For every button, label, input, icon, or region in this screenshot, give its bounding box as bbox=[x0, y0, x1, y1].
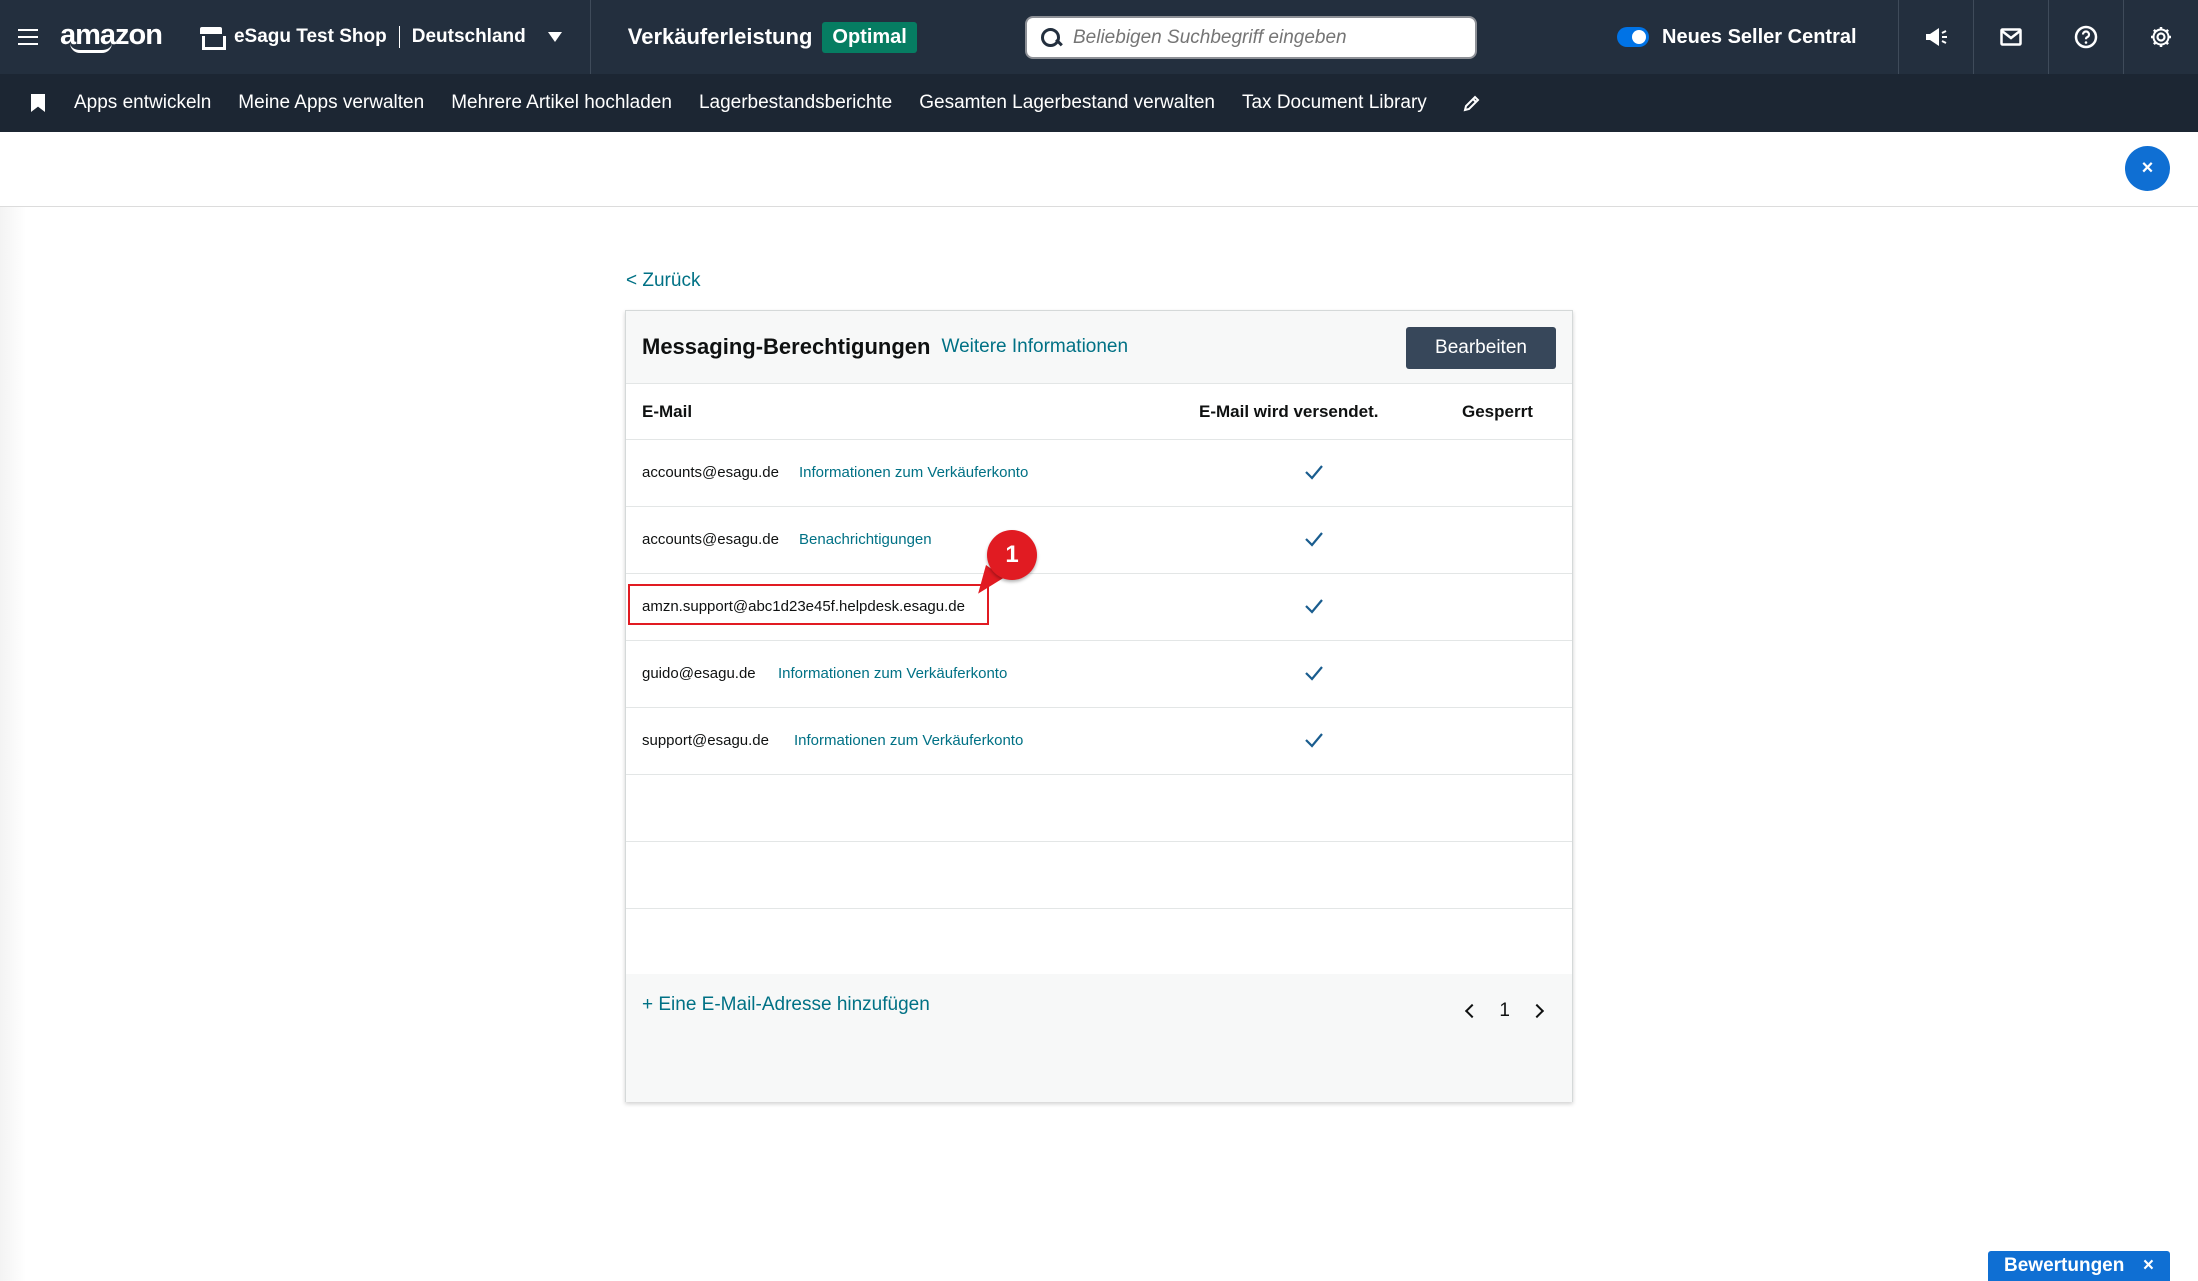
permission-link[interactable]: Informationen zum Verkäuferkonto bbox=[794, 732, 1023, 749]
feedback-close-icon[interactable]: × bbox=[2143, 1255, 2154, 1277]
edit-button[interactable]: Bearbeiten bbox=[1406, 327, 1556, 369]
column-header-blocked: Gesperrt bbox=[1462, 402, 1533, 421]
nav-link-meine-apps[interactable]: Meine Apps verwalten bbox=[238, 92, 424, 114]
page-subheader bbox=[0, 132, 2198, 207]
checkmark-icon bbox=[1305, 465, 1323, 480]
add-email-link[interactable]: + Eine E-Mail-Adresse hinzufügen bbox=[642, 994, 930, 1016]
logo-smile-icon bbox=[70, 43, 112, 53]
help-icon[interactable] bbox=[2048, 0, 2123, 74]
megaphone-icon[interactable] bbox=[1898, 0, 1973, 74]
checkmark-icon bbox=[1305, 666, 1323, 681]
messaging-permissions-card: Messaging-Berechtigungen Weitere Informa… bbox=[625, 310, 1573, 1102]
search-input[interactable] bbox=[1073, 26, 1453, 49]
account-switcher[interactable]: eSagu Test Shop Deutschland bbox=[199, 0, 591, 74]
seller-performance[interactable]: Verkäuferleistung Optimal bbox=[627, 21, 917, 53]
nav-link-lagerbestandsberichte[interactable]: Lagerbestandsberichte bbox=[699, 92, 892, 114]
chevron-right-icon[interactable] bbox=[1529, 1003, 1545, 1019]
nav-link-mehrere-artikel[interactable]: Mehrere Artikel hochladen bbox=[451, 92, 672, 114]
checkmark-icon bbox=[1305, 733, 1323, 748]
email-address: accounts@esagu.de bbox=[642, 464, 779, 481]
table-row: guido@esagu.de Informationen zum Verkäuf… bbox=[626, 641, 1572, 708]
store-icon bbox=[199, 27, 226, 50]
amazon-logo[interactable]: amazon bbox=[60, 21, 163, 53]
bookmark-bar: Apps entwickeln Meine Apps verwalten Meh… bbox=[0, 74, 2198, 132]
left-shadow bbox=[0, 207, 26, 1281]
email-address: guido@esagu.de bbox=[642, 665, 756, 682]
shop-name: eSagu Test Shop bbox=[233, 26, 387, 47]
nav-link-apps-entwickeln[interactable]: Apps entwickeln bbox=[74, 92, 211, 114]
back-link[interactable]: < Zurück bbox=[626, 270, 700, 292]
new-seller-central-toggle[interactable]: Neues Seller Central bbox=[1617, 0, 1857, 74]
email-address: accounts@esagu.de bbox=[642, 531, 779, 548]
performance-label: Verkäuferleistung bbox=[627, 24, 813, 49]
page-number[interactable]: 1 bbox=[1499, 1000, 1510, 1022]
search-icon bbox=[1041, 27, 1061, 48]
bookmark-icon[interactable] bbox=[31, 94, 45, 112]
toggle-switch[interactable] bbox=[1617, 27, 1649, 47]
permission-link[interactable]: Informationen zum Verkäuferkonto bbox=[799, 464, 1028, 481]
card-title: Messaging-Berechtigungen bbox=[642, 334, 931, 359]
empty-row bbox=[626, 842, 1572, 909]
mail-icon[interactable] bbox=[1973, 0, 2048, 74]
permission-link[interactable]: Benachrichtigungen bbox=[799, 531, 932, 548]
empty-row bbox=[626, 775, 1572, 842]
table-row: accounts@esagu.de Benachrichtigungen bbox=[626, 507, 1572, 574]
column-header-sent: E-Mail wird versendet. bbox=[1199, 402, 1379, 421]
search-box[interactable] bbox=[1025, 16, 1477, 59]
nav-link-gesamten-lagerbestand[interactable]: Gesamten Lagerbestand verwalten bbox=[919, 92, 1215, 114]
hamburger-menu-icon[interactable] bbox=[0, 0, 56, 74]
pencil-icon[interactable] bbox=[1462, 93, 1482, 113]
more-info-link[interactable]: Weitere Informationen bbox=[941, 336, 1128, 358]
card-header: Messaging-Berechtigungen Weitere Informa… bbox=[626, 311, 1572, 384]
top-bar: amazon eSagu Test Shop Deutschland Verkä… bbox=[0, 0, 2198, 74]
table-row: support@esagu.de Informationen zum Verkä… bbox=[626, 708, 1572, 775]
nav-link-tax-document-library[interactable]: Tax Document Library bbox=[1242, 92, 1427, 114]
feedback-tab[interactable]: Bewertungen × bbox=[1988, 1251, 2170, 1281]
toggle-label: Neues Seller Central bbox=[1662, 25, 1857, 48]
divider bbox=[398, 26, 400, 48]
table-row: accounts@esagu.de Informationen zum Verk… bbox=[626, 440, 1572, 507]
caret-down-icon bbox=[547, 32, 562, 42]
card-footer: + Eine E-Mail-Adresse hinzufügen 1 bbox=[626, 974, 1572, 1102]
gear-icon[interactable] bbox=[2123, 0, 2198, 74]
email-address: support@esagu.de bbox=[642, 732, 769, 749]
checkmark-icon bbox=[1305, 599, 1323, 614]
table-header: E-Mail E-Mail wird versendet. Gesperrt bbox=[626, 384, 1572, 440]
close-button[interactable]: × bbox=[2125, 146, 2170, 191]
chevron-left-icon[interactable] bbox=[1465, 1003, 1480, 1019]
feedback-label: Bewertungen bbox=[2004, 1255, 2125, 1276]
empty-row bbox=[626, 909, 1572, 976]
performance-badge: Optimal bbox=[822, 21, 917, 53]
annotation-highlight-box bbox=[628, 584, 989, 625]
topbar-icons bbox=[1898, 0, 2198, 74]
annotation-marker: 1 bbox=[987, 530, 1037, 580]
checkmark-icon bbox=[1305, 532, 1323, 547]
country-name: Deutschland bbox=[411, 26, 526, 47]
column-header-email: E-Mail bbox=[642, 402, 693, 421]
pagination: 1 bbox=[1465, 1000, 1545, 1022]
permission-link[interactable]: Informationen zum Verkäuferkonto bbox=[778, 665, 1007, 682]
